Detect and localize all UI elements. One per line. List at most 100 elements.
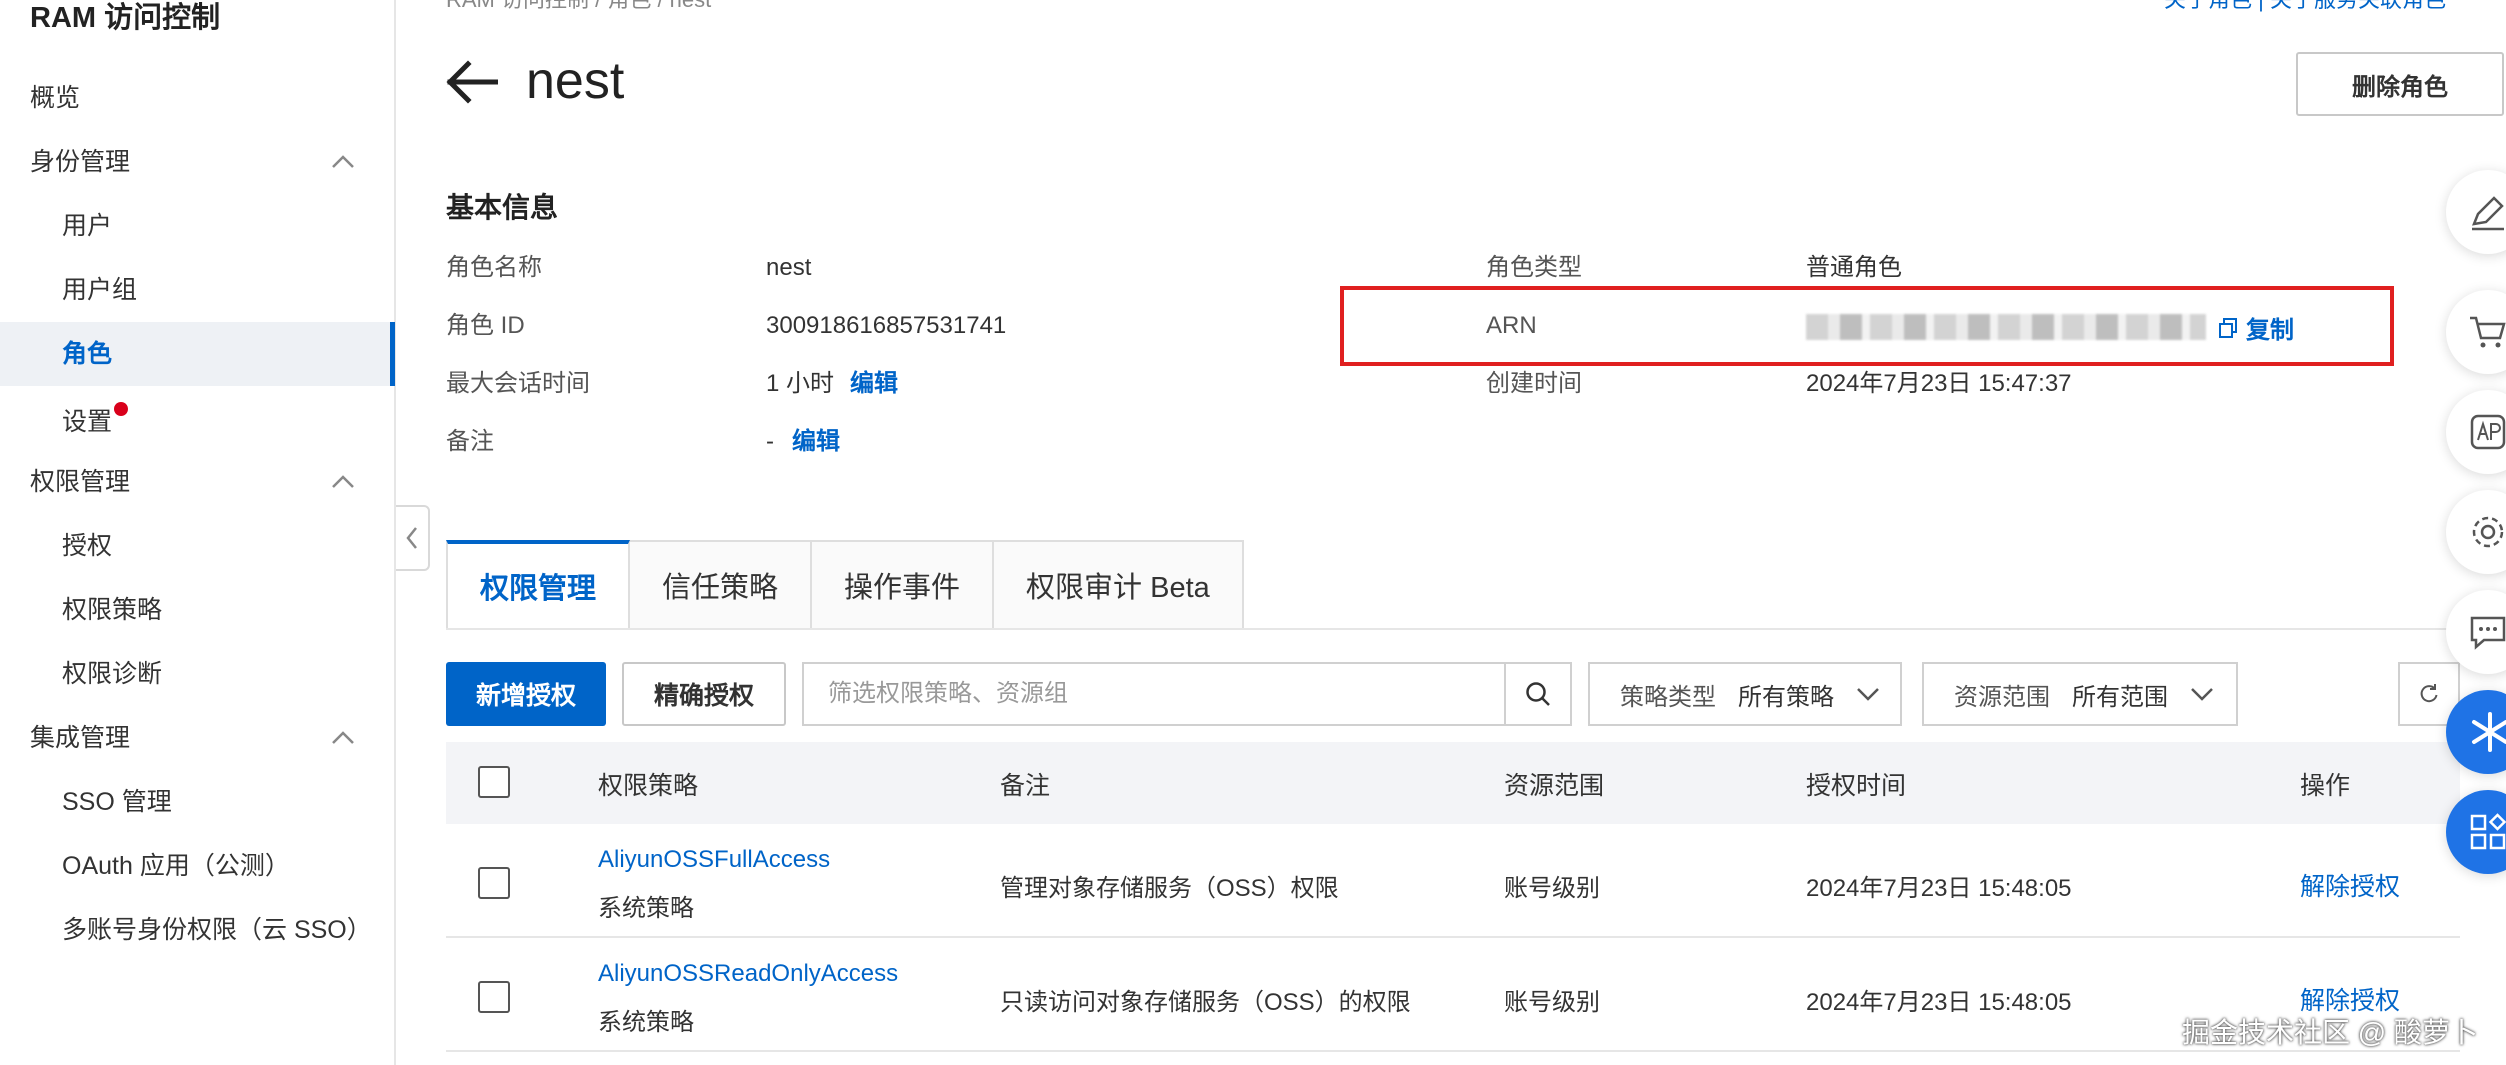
search-icon [1526, 682, 1550, 706]
role-id-label: 角色 ID [446, 312, 525, 339]
tab-audit[interactable]: 权限审计 Beta [994, 540, 1244, 630]
search-button[interactable] [1504, 664, 1570, 724]
assistant-icon [2472, 712, 2506, 752]
breadcrumb: RAM 访问控制 / 角色 / nest [446, 0, 711, 14]
sidebar-item-users[interactable]: 用户 [62, 208, 112, 244]
scope-select[interactable]: 资源范围 所有范围 [1922, 662, 2238, 726]
revoke-link[interactable]: 解除授权 [2300, 867, 2400, 903]
search-box [802, 662, 1572, 726]
role-id-value: 300918616857531741 [766, 312, 1007, 339]
max-session-value: 1 小时 [766, 370, 835, 397]
note-value: - [766, 428, 774, 455]
sidebar-group-identity[interactable]: 身份管理 [30, 144, 356, 180]
policy-type-label: 策略类型 [1620, 683, 1716, 711]
grant-time: 2024年7月23日 15:48:05 [1806, 989, 2072, 1016]
role-type-value: 普通角色 [1806, 254, 1902, 281]
sidebar-title: RAM 访问控制 [30, 2, 221, 34]
policy-name-link[interactable]: AliyunOSSFullAccess [598, 846, 830, 874]
search-input[interactable] [804, 664, 1504, 724]
precise-grant-button[interactable]: 精确授权 [622, 662, 786, 726]
note-label: 备注 [446, 428, 494, 455]
delete-role-button[interactable]: 删除角色 [2296, 52, 2504, 116]
chevron-left-icon [406, 527, 417, 549]
policy-scope: 账号级别 [1504, 875, 1600, 902]
help-links[interactable]: 关于角色 | 关于服务关联角色 [2164, 0, 2446, 14]
refresh-icon [2420, 684, 2438, 703]
created-label: 创建时间 [1486, 370, 1582, 397]
settings-float-button[interactable] [2446, 490, 2506, 574]
sidebar-item-multi-account[interactable]: 多账号身份权限（云 SSO） [62, 912, 372, 948]
tab-events[interactable]: 操作事件 [812, 540, 995, 630]
chevron-down-icon [1857, 688, 1879, 701]
app-float-button[interactable] [2446, 390, 2506, 474]
grant-time: 2024年7月23日 15:48:05 [1806, 875, 2072, 902]
tab-permissions[interactable]: 权限管理 [446, 540, 631, 630]
tab-trust-policy[interactable]: 信任策略 [630, 540, 813, 630]
policy-type: 系统策略 [598, 895, 694, 922]
sidebar-item-oauth[interactable]: OAuth 应用（公测） [62, 848, 290, 884]
section-title: 基本信息 [446, 192, 559, 223]
column-header-action: 操作 [2300, 772, 2351, 800]
edit-icon [2472, 196, 2504, 231]
cart-icon [2470, 316, 2506, 348]
sidebar-item-overview[interactable]: 概览 [30, 80, 80, 116]
column-header-policy: 权限策略 [598, 772, 699, 800]
policy-type-value: 所有策略 [1738, 683, 1834, 711]
grid-icon [2470, 813, 2506, 850]
add-grant-button[interactable]: 新增授权 [446, 662, 606, 726]
back-arrow-icon[interactable] [446, 60, 498, 104]
tab-divider [446, 628, 2458, 630]
row-checkbox[interactable] [478, 981, 510, 1013]
edit-float-button[interactable] [2446, 170, 2506, 254]
table-header: 权限策略 备注 资源范围 授权时间 操作 [446, 742, 2460, 824]
policy-type: 系统策略 [598, 1009, 694, 1036]
copy-label: 复制 [2246, 317, 2294, 344]
sidebar-active-highlight [0, 322, 394, 386]
app-icon [2470, 414, 2506, 450]
watermark: 掘金技术社区 @ 酸萝卜 [2182, 1017, 2478, 1048]
scope-label: 资源范围 [1954, 683, 2050, 711]
sidebar-item-authorization[interactable]: 授权 [62, 528, 112, 564]
edit-session-link[interactable]: 编辑 [850, 368, 898, 400]
sidebar-collapse-button[interactable] [396, 505, 430, 571]
chevron-up-icon [332, 731, 354, 744]
sidebar-item-sso[interactable]: SSO 管理 [62, 784, 172, 820]
notification-dot [114, 402, 128, 416]
scope-value: 所有范围 [2072, 683, 2168, 711]
page-title: nest [526, 52, 625, 110]
sidebar-group-integration[interactable]: 集成管理 [30, 720, 356, 756]
sidebar-item-user-groups[interactable]: 用户组 [62, 272, 137, 308]
policy-type-select[interactable]: 策略类型 所有策略 [1588, 662, 1902, 726]
sidebar: RAM 访问控制 概览 身份管理 用户 用户组 角色 设置 权限管理 授权 权限… [0, 0, 396, 1065]
column-header-time: 授权时间 [1806, 772, 1907, 800]
column-header-note: 备注 [1000, 772, 1051, 800]
sidebar-group-label: 集成管理 [30, 724, 131, 752]
column-header-scope: 资源范围 [1504, 772, 1605, 800]
policy-name-link[interactable]: AliyunOSSReadOnlyAccess [598, 960, 898, 988]
sidebar-item-policies[interactable]: 权限策略 [62, 592, 162, 628]
cart-float-button[interactable] [2446, 290, 2506, 374]
chevron-up-icon [332, 475, 354, 488]
policy-note: 管理对象存储服务（OSS）权限 [1000, 875, 1339, 902]
created-value: 2024年7月23日 15:47:37 [1806, 370, 2072, 397]
table-row: AliyunOSSFullAccess 系统策略 管理对象存储服务（OSS）权限… [446, 824, 2460, 938]
copy-icon [2219, 317, 2237, 338]
sidebar-item-diagnosis[interactable]: 权限诊断 [62, 656, 162, 692]
row-checkbox[interactable] [478, 867, 510, 899]
policy-scope: 账号级别 [1504, 989, 1600, 1016]
chat-icon [2470, 616, 2506, 650]
policy-note: 只读访问对象存储服务（OSS）的权限 [1000, 989, 1411, 1016]
arn-label: ARN [1486, 312, 1537, 339]
arn-value-redacted [1806, 314, 2206, 340]
copy-arn-button[interactable]: 复制 [2218, 310, 2294, 345]
chevron-down-icon [2191, 688, 2213, 701]
sidebar-active-indicator [390, 322, 395, 386]
sidebar-group-label: 权限管理 [30, 468, 131, 496]
sidebar-group-permissions[interactable]: 权限管理 [30, 464, 356, 500]
edit-note-link[interactable]: 编辑 [792, 426, 840, 458]
sidebar-item-roles[interactable]: 角色 [62, 336, 112, 372]
select-all-checkbox[interactable] [478, 766, 510, 798]
tab-bar: 权限管理 信任策略 操作事件 权限审计 Beta [446, 540, 1244, 630]
table-row: AliyunOSSReadOnlyAccess 系统策略 只读访问对象存储服务（… [446, 938, 2460, 1052]
sidebar-item-settings[interactable]: 设置 [62, 404, 112, 440]
